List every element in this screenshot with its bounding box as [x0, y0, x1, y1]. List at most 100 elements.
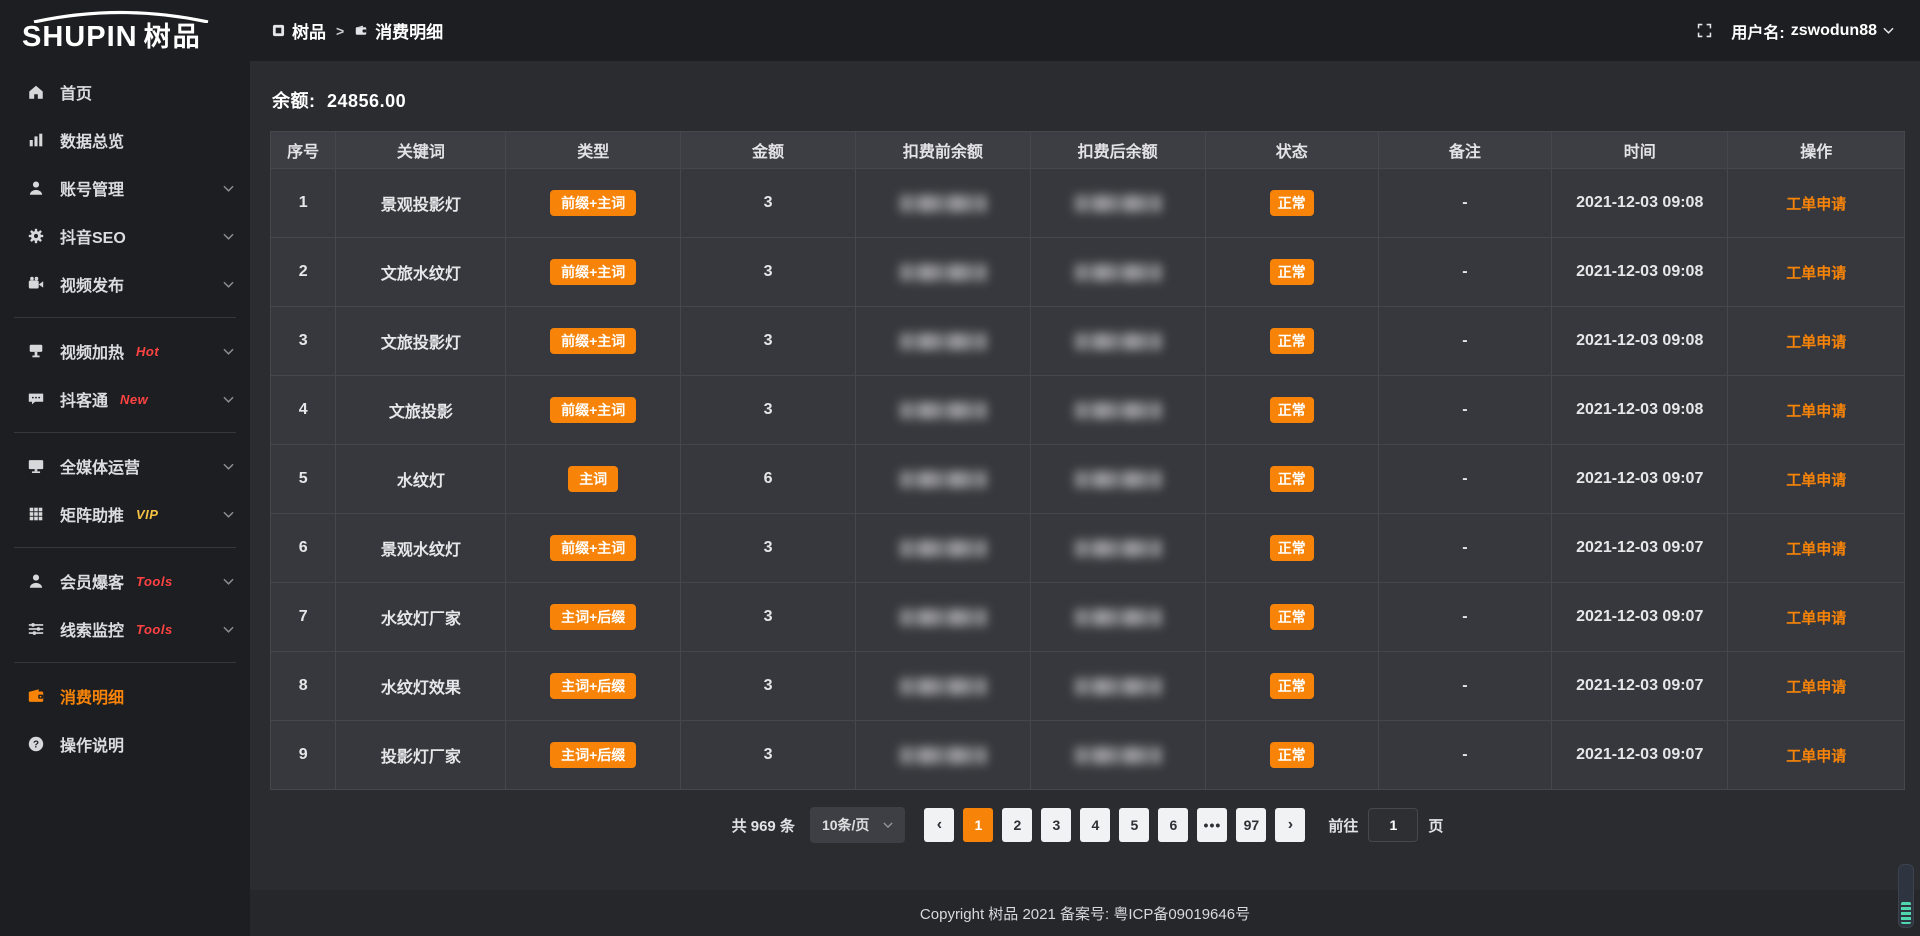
work-order-link[interactable]: 工单申请 [1786, 748, 1846, 765]
cell-keyword: 水纹灯厂家 [336, 583, 506, 652]
cell-index: 4 [271, 376, 336, 445]
sidebar-item-label: 视频加热 [60, 339, 124, 363]
sidebar-item-member-burst[interactable]: 会员爆客 Tools [0, 557, 250, 605]
cell-amount: 3 [681, 583, 856, 652]
sidebar-item-douyin-seo[interactable]: 抖音SEO [0, 212, 250, 260]
next-page-button[interactable]: › [1275, 808, 1305, 842]
video-camera-icon [26, 274, 46, 294]
redacted-balance [900, 264, 986, 281]
cell-type: 前缀+主词 [506, 238, 681, 307]
cell-status: 正常 [1205, 169, 1378, 238]
sidebar-item-data-overview[interactable]: 数据总览 [0, 116, 250, 164]
redacted-balance [900, 678, 986, 695]
work-order-link[interactable]: 工单申请 [1786, 541, 1846, 558]
fullscreen-icon[interactable] [1696, 22, 1713, 39]
cell-amount: 3 [681, 376, 856, 445]
type-badge: 主词+后缀 [550, 604, 636, 630]
sidebar-item-lead-monitor[interactable]: 线索监控 Tools [0, 605, 250, 653]
status-badge: 正常 [1270, 673, 1314, 699]
menu-divider [14, 432, 236, 433]
cell-post-balance [1030, 238, 1205, 307]
sidebar-item-instructions[interactable]: ? 操作说明 [0, 720, 250, 768]
person-icon [26, 571, 46, 591]
redacted-balance [1075, 540, 1161, 557]
pagination: 共 969 条 10条/页 ‹ 123456•••97 › 前往 页 [270, 805, 1905, 845]
page-button[interactable]: 5 [1119, 808, 1149, 842]
page-buttons: 123456 ••• 97 [963, 808, 1266, 842]
redacted-balance [900, 402, 986, 419]
cell-type: 主词+后缀 [506, 721, 681, 790]
prev-page-button[interactable]: ‹ [924, 808, 954, 842]
work-order-link[interactable]: 工单申请 [1786, 334, 1846, 351]
balance-label: 余额: [272, 91, 316, 111]
type-badge: 主词+后缀 [550, 673, 636, 699]
cell-keyword: 景观水纹灯 [336, 514, 506, 583]
cell-amount: 3 [681, 721, 856, 790]
sidebar-item-doketong[interactable]: 抖客通 New [0, 375, 250, 423]
redacted-balance [900, 747, 986, 764]
sidebar-item-matrix-boost[interactable]: 矩阵助推 VIP [0, 490, 250, 538]
chevron-down-icon [223, 275, 234, 293]
home-icon [26, 82, 46, 102]
cell-amount: 3 [681, 307, 856, 376]
cell-remark: - [1378, 169, 1551, 238]
cell-pre-balance [855, 514, 1030, 583]
page-button[interactable]: 6 [1158, 808, 1188, 842]
cell-status: 正常 [1205, 376, 1378, 445]
work-order-link[interactable]: 工单申请 [1786, 265, 1846, 282]
page-button[interactable]: 2 [1002, 808, 1032, 842]
sidebar-item-account[interactable]: 账号管理 [0, 164, 250, 212]
cell-type: 主词+后缀 [506, 583, 681, 652]
pages-ellipsis[interactable]: ••• [1197, 808, 1227, 842]
work-order-link[interactable]: 工单申请 [1786, 610, 1846, 627]
table-row: 8 水纹灯效果 主词+后缀 3 正常 - 2021-12-03 09:07 工单… [271, 652, 1905, 721]
cell-pre-balance [855, 238, 1030, 307]
goto-label: 前往 [1328, 815, 1358, 836]
chevron-down-icon [223, 227, 234, 245]
sidebar-item-video-publish[interactable]: 视频发布 [0, 260, 250, 308]
sidebar-item-consumption-detail[interactable]: 消费明细 [0, 672, 250, 720]
redacted-balance [1075, 402, 1161, 419]
work-order-link[interactable]: 工单申请 [1786, 472, 1846, 489]
sidebar-item-label: 线索监控 [60, 617, 124, 641]
cell-remark: - [1378, 238, 1551, 307]
page-button[interactable]: 97 [1236, 808, 1266, 842]
header-action: 操作 [1728, 132, 1905, 169]
sidebar-item-home[interactable]: 首页 [0, 68, 250, 116]
cell-status: 正常 [1205, 238, 1378, 307]
sidebar-item-omni-media[interactable]: 全媒体运营 [0, 442, 250, 490]
cell-keyword: 文旅投影 [336, 376, 506, 445]
chevron-down-icon [1883, 27, 1894, 34]
page-size-select[interactable]: 10条/页 [810, 807, 905, 843]
username-label: 用户名: [1731, 19, 1784, 43]
work-order-link[interactable]: 工单申请 [1786, 679, 1846, 696]
type-badge: 前缀+主词 [550, 328, 636, 354]
work-order-link[interactable]: 工单申请 [1786, 196, 1846, 213]
breadcrumb-home[interactable]: 树品 [272, 18, 326, 43]
cell-pre-balance [855, 583, 1030, 652]
cell-keyword: 投影灯厂家 [336, 721, 506, 790]
page-button[interactable]: 3 [1041, 808, 1071, 842]
sidebar-item-video-heat[interactable]: 视频加热 Hot [0, 327, 250, 375]
type-badge: 主词 [568, 466, 618, 492]
chevron-down-icon [223, 457, 234, 475]
user-menu[interactable]: 用户名: zswodun88 [1731, 19, 1894, 43]
brand-logo-text: SHUPIN树品 [22, 23, 250, 52]
scroll-widget[interactable] [1898, 864, 1914, 928]
sidebar-item-label: 视频发布 [60, 272, 124, 296]
cell-index: 6 [271, 514, 336, 583]
sidebar-item-label: 数据总览 [60, 128, 124, 152]
goto-page-input[interactable] [1368, 808, 1418, 842]
status-badge: 正常 [1270, 328, 1314, 354]
page-button[interactable]: 4 [1080, 808, 1110, 842]
cell-action: 工单申请 [1728, 445, 1905, 514]
cell-post-balance [1030, 721, 1205, 790]
sidebar: SHUPIN树品 首页 数据总览 账号管理 [0, 0, 250, 936]
page-button[interactable]: 1 [963, 808, 993, 842]
cell-pre-balance [855, 376, 1030, 445]
work-order-link[interactable]: 工单申请 [1786, 403, 1846, 420]
cell-status: 正常 [1205, 445, 1378, 514]
cell-action: 工单申请 [1728, 238, 1905, 307]
header-status: 状态 [1205, 132, 1378, 169]
cell-remark: - [1378, 307, 1551, 376]
